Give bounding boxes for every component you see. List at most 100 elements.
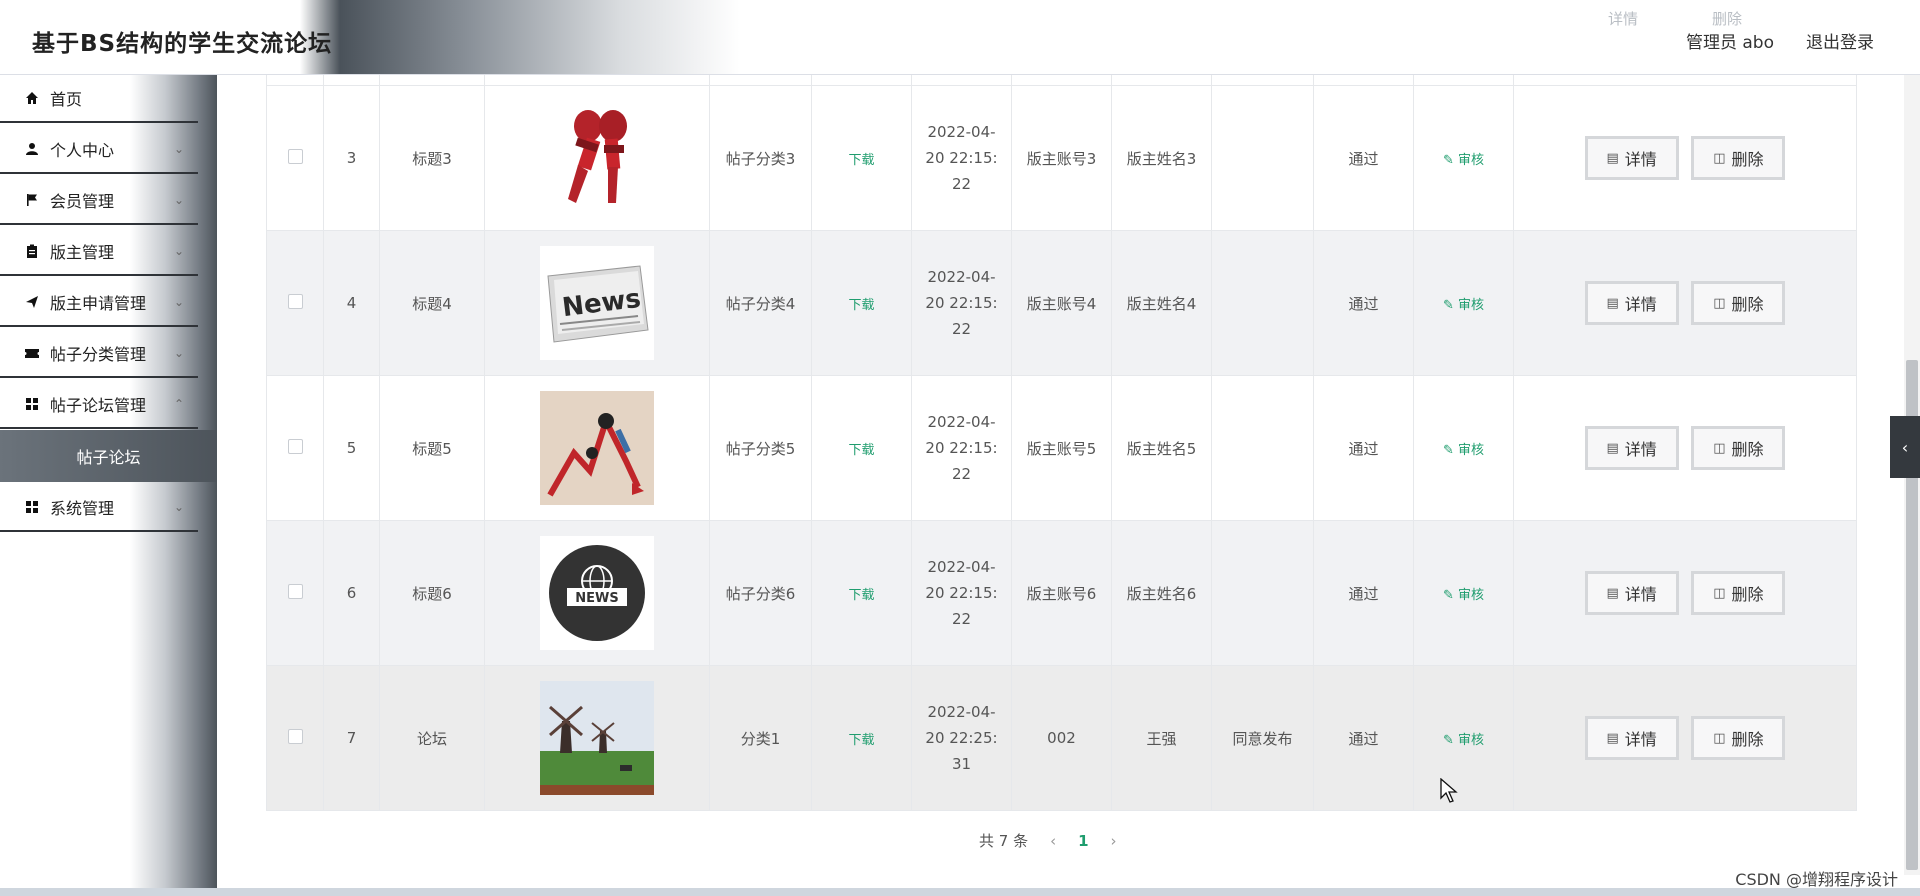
row-account: 版主账号3 [1011,85,1112,231]
delete-button[interactable]: ◫ 删除 [1691,281,1786,325]
row-title: 标题4 [379,230,485,376]
row-id: 3 [323,85,380,231]
send-icon [24,294,40,310]
table-row[interactable]: 5 标题5 帖子分类5 下载 2022-04- 20 22:15: 22 版主账号5… [266,375,1857,521]
row-account: 版主账号5 [1011,375,1112,521]
sidebar-item-home[interactable]: 首页 [0,75,198,123]
sidebar-item-members[interactable]: 会员管理 ⌄ [0,177,198,225]
main-content: 3 标题3 帖子分类3 下载 2022-04- 20 22:15: 22 版主账号 [217,75,1897,875]
sidebar-item-moderators[interactable]: 版主管理 ⌄ [0,228,198,276]
grid-icon [24,499,40,515]
row-checkbox[interactable] [287,728,303,744]
row-reply [1211,230,1314,376]
pagination-total: 共 7 条 [979,832,1029,850]
detail-button[interactable]: ▤ 详情 [1584,716,1679,760]
sidebar-item-label: 版主管理 [50,243,115,262]
row-status: 通过 [1313,665,1414,811]
app-title: 基于BS结构的学生交流论坛 [32,31,333,57]
chevron-down-icon: ⌄ [173,500,184,514]
delete-button[interactable]: ◫ 删除 [1691,571,1786,615]
document-icon: ▤ [1606,730,1619,746]
row-checkbox[interactable] [287,583,303,599]
row-name: 版主姓名3 [1111,85,1212,231]
sidebar-subitem-forum[interactable]: 帖子论坛 [0,430,217,482]
news-globe-image: NEWS [540,536,654,650]
row-account: 002 [1011,665,1112,811]
sidebar: 首页 个人中心 ⌄ 会员管理 ⌄ 版主管理 ⌄ 版主申请管理 ⌄ 帖子分类管理 … [0,75,217,896]
edit-icon: ✎ [1442,732,1454,748]
table-row[interactable]: 6 标题6 NEWS 帖子分类6 下载 2022-04- 20 22:15: 22 … [266,520,1857,666]
chevron-down-icon: ⌄ [173,295,184,309]
audit-link[interactable]: ✎ 审核 [1443,153,1484,168]
row-checkbox[interactable] [287,148,303,164]
table-row[interactable]: 7 论坛 分类1 下载 2022-04- 20 22:25: 31 002 王强… [266,665,1857,811]
audit-link[interactable]: ✎ 审核 [1443,733,1484,748]
ghost-delete-label: 删除 [1712,10,1743,28]
detail-button[interactable]: ▤ 详情 [1584,426,1679,470]
sidebar-item-post-forum[interactable]: 帖子论坛管理 ⌃ [0,381,198,429]
sidebar-item-label: 首页 [50,90,83,109]
sidebar-item-label: 会员管理 [50,192,115,211]
sidebar-item-label: 个人中心 [50,141,115,160]
row-category: 帖子分类3 [709,85,812,231]
row-name: 版主姓名4 [1111,230,1212,376]
detail-button[interactable]: ▤ 详情 [1584,571,1679,615]
row-account: 版主账号6 [1011,520,1112,666]
download-link[interactable]: 下载 [848,153,874,168]
next-page-icon[interactable]: › [1111,832,1117,850]
mouse-cursor-icon [1440,778,1458,803]
table-row[interactable]: 4 标题4 News 帖子分类4 下载 2022-04- 20 22:15: 22 … [266,230,1857,376]
row-date: 2022-04- 20 22:15: 22 [925,558,998,628]
current-page[interactable]: 1 [1078,832,1088,850]
trash-icon: ◫ [1713,585,1726,601]
detail-button[interactable]: ▤ 详情 [1584,136,1679,180]
download-link[interactable]: 下载 [848,443,874,458]
delete-button[interactable]: ◫ 删除 [1691,716,1786,760]
row-reply: 同意发布 [1211,665,1314,811]
detail-button[interactable]: ▤ 详情 [1584,281,1679,325]
edit-icon: ✎ [1442,587,1454,603]
chart-crash-image [540,391,654,505]
download-link[interactable]: 下载 [848,588,874,603]
ticket-icon [24,345,40,361]
delete-button[interactable]: ◫ 删除 [1691,426,1786,470]
sidebar-item-post-categories[interactable]: 帖子分类管理 ⌄ [0,330,198,378]
row-date: 2022-04- 20 22:15: 22 [925,413,998,483]
newspaper-image: News [540,246,654,360]
table-row[interactable]: 3 标题3 帖子分类3 下载 2022-04- 20 22:15: 22 版主账号 [266,85,1857,231]
row-status: 通过 [1313,230,1414,376]
bottom-bar [0,888,1920,896]
audit-link[interactable]: ✎ 审核 [1443,443,1484,458]
chevron-down-icon: ⌄ [173,193,184,207]
download-link[interactable]: 下载 [848,733,874,748]
row-title: 标题6 [379,520,485,666]
sidebar-item-moderator-applications[interactable]: 版主申请管理 ⌄ [0,279,198,327]
delete-button[interactable]: ◫ 删除 [1691,136,1786,180]
chevron-down-icon: ⌄ [173,244,184,258]
audit-link[interactable]: ✎ 审核 [1443,588,1484,603]
row-id: 4 [323,230,380,376]
sidebar-item-label: 帖子论坛管理 [50,396,147,415]
row-category: 帖子分类6 [709,520,812,666]
sidebar-item-profile[interactable]: 个人中心 ⌄ [0,126,198,174]
download-link[interactable]: 下载 [848,298,874,313]
row-account: 版主账号4 [1011,230,1112,376]
row-checkbox[interactable] [287,293,303,309]
microphone-news-image [540,101,654,215]
logout-link[interactable]: 退出登录 [1806,28,1874,53]
row-reply [1211,85,1314,231]
row-checkbox[interactable] [287,438,303,454]
document-icon: ▤ [1606,440,1619,456]
row-category: 帖子分类4 [709,230,812,376]
sidebar-item-system[interactable]: 系统管理 ⌄ [0,484,198,532]
audit-link[interactable]: ✎ 审核 [1443,298,1484,313]
row-title: 标题5 [379,375,485,521]
row-date: 2022-04- 20 22:25: 31 [925,703,998,773]
row-title: 论坛 [379,665,485,811]
row-status: 通过 [1313,85,1414,231]
trash-icon: ◫ [1713,730,1726,746]
trash-icon: ◫ [1713,150,1726,166]
side-panel-toggle[interactable]: ‹ [1890,416,1920,478]
chevron-down-icon: ⌄ [173,142,184,156]
prev-page-icon[interactable]: ‹ [1050,832,1056,850]
